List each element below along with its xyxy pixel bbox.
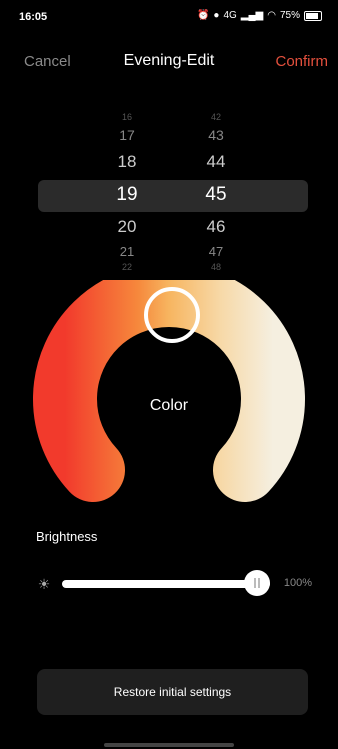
wifi-icon: ◠ — [267, 10, 276, 21]
minute-option[interactable]: 48 — [186, 262, 246, 272]
sun-icon: ☀ — [37, 576, 51, 592]
hour-option[interactable]: 16 — [97, 112, 157, 122]
home-indicator[interactable] — [104, 743, 234, 747]
brightness-track[interactable] — [62, 580, 270, 588]
battery-icon — [304, 10, 322, 21]
hour-option[interactable]: 20 — [97, 217, 157, 237]
minute-option[interactable]: 47 — [186, 244, 246, 259]
brightness-value: 100% — [283, 577, 312, 589]
brightness-label: Brightness — [36, 529, 98, 544]
color-label: Color — [149, 397, 189, 414]
brightness-thumb[interactable] — [244, 570, 270, 596]
network-label: 4G — [223, 10, 237, 21]
color-arc[interactable] — [0, 263, 338, 510]
brightness-slider[interactable]: ☀ 100% — [36, 570, 316, 600]
restore-button[interactable]: Restore initial settings — [37, 669, 308, 715]
hour-option[interactable]: 22 — [97, 262, 157, 272]
color-arc-container — [0, 263, 338, 510]
minute-option[interactable]: 43 — [186, 127, 246, 143]
hour-selected[interactable]: 19 — [97, 184, 157, 206]
header: Cancel Evening-Edit Confirm — [0, 48, 338, 76]
status-bar: 16:05 ⏰ ● 4G ▂▄▆ ◠ 75% — [0, 0, 338, 34]
hour-option[interactable]: 18 — [97, 152, 157, 172]
hour-option[interactable]: 17 — [97, 127, 157, 143]
minute-selected[interactable]: 45 — [186, 184, 246, 206]
time-picker[interactable]: 16 17 18 19 20 21 22 42 43 44 45 46 47 4… — [0, 110, 338, 280]
alarm-icon: ⏰ — [196, 10, 210, 21]
status-time: 16:05 — [19, 11, 48, 23]
signal-icon: ▂▄▆ — [240, 10, 264, 21]
battery-percent: 75% — [279, 10, 300, 21]
color-arc-track[interactable] — [33, 263, 305, 502]
confirm-button[interactable]: Confirm — [275, 53, 328, 70]
minute-option[interactable]: 44 — [186, 152, 246, 172]
minute-option[interactable]: 46 — [186, 217, 246, 237]
picker-selection-band — [38, 180, 308, 212]
location-icon: ● — [213, 10, 220, 21]
hour-option[interactable]: 21 — [97, 244, 157, 259]
status-icons: ⏰ ● 4G ▂▄▆ ◠ 75% — [197, 10, 322, 21]
minute-option[interactable]: 42 — [186, 112, 246, 122]
